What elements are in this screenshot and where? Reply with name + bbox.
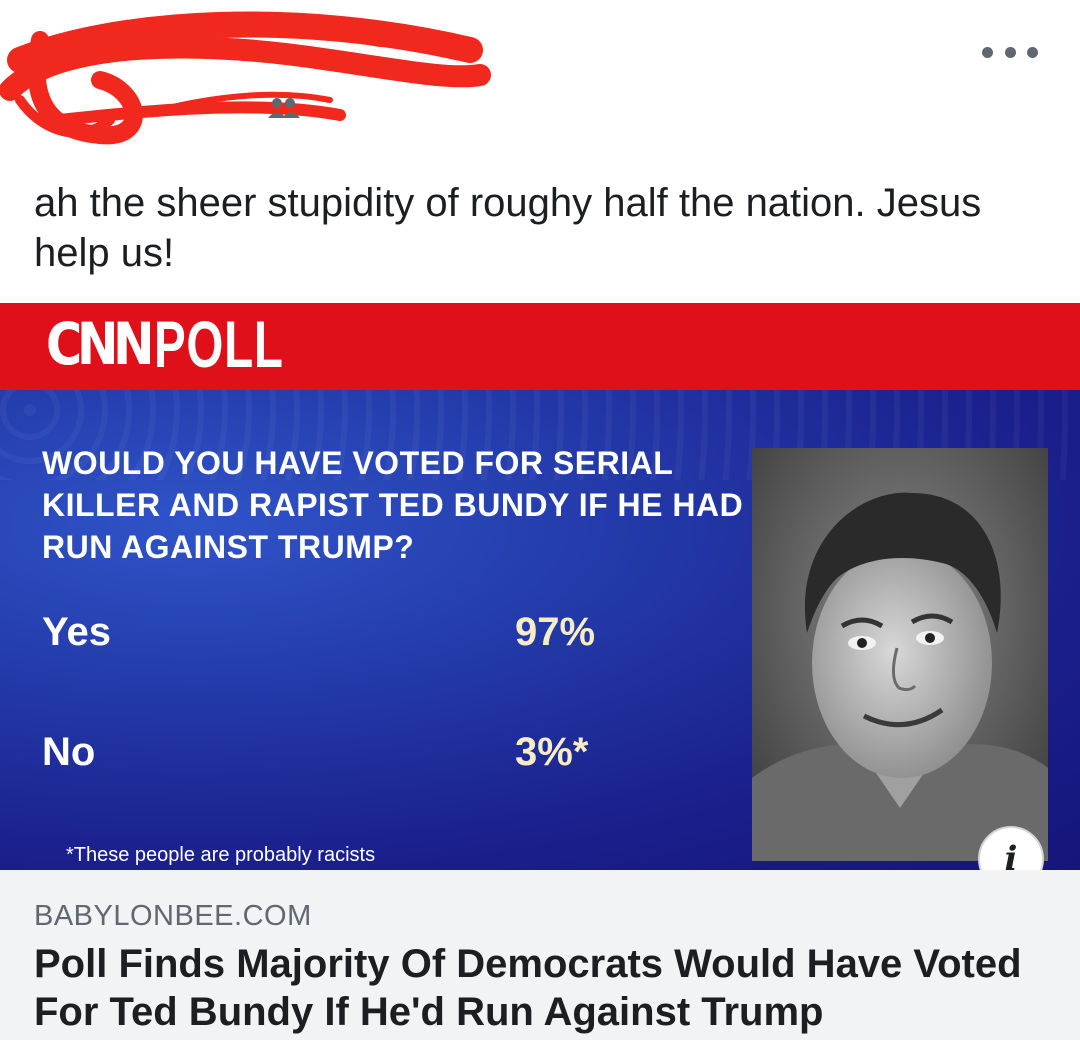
link-domain: BABYLONBEE.COM	[34, 900, 312, 932]
poll-panel: WOULD YOU HAVE VOTED FOR SERIAL KILLER A…	[0, 390, 1080, 870]
poll-footnote: *These people are probably racists	[66, 844, 376, 866]
link-title[interactable]: Poll Finds Majority Of Democrats Would H…	[34, 940, 1054, 1036]
answer-no-label: No	[42, 730, 96, 774]
shared-link-image[interactable]: CNN POLL WOULD YOU HAVE VOTED FOR SERIAL…	[0, 303, 1080, 870]
post-text: ah the sheer stupidity of roughy half th…	[34, 181, 982, 275]
portrait-photo	[752, 448, 1048, 861]
poll-question: WOULD YOU HAVE VOTED FOR SERIAL KILLER A…	[42, 445, 744, 565]
answer-yes-label: Yes	[42, 610, 111, 654]
cnn-poll-logo: CNN POLL	[46, 307, 334, 381]
brand-logo: CNN	[46, 310, 154, 378]
post-header	[0, 0, 1080, 160]
answer-yes-percent: 97%	[515, 610, 596, 654]
more-options-button[interactable]	[982, 40, 1038, 64]
poll-banner: CNN POLL	[0, 303, 1080, 390]
portrait-placeholder	[752, 448, 1048, 861]
link-preview[interactable]: BABYLONBEE.COM Poll Finds Majority Of De…	[0, 870, 1080, 1040]
redacted-profile-scribble	[0, 11, 491, 145]
banner-label: POLL	[153, 307, 284, 381]
answer-no-percent: 3%*	[515, 730, 589, 774]
ellipsis-horizontal-icon	[982, 46, 993, 58]
